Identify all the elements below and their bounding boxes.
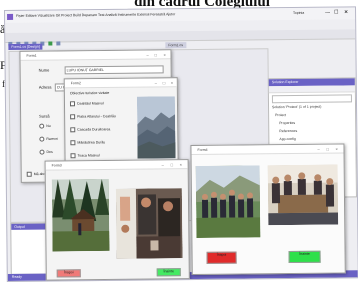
build-icon[interactable] bbox=[56, 41, 61, 46]
form2-title: Form2 bbox=[64, 78, 177, 89]
form4-title: Form4 bbox=[191, 144, 344, 156]
attraction-checkbox-1[interactable]: Ceahlăul Masivul bbox=[69, 101, 104, 107]
start-debug-icon[interactable] bbox=[48, 41, 53, 46]
solution-tree-item[interactable]: Solution 'Proiect' (1 of 1 project) bbox=[272, 105, 321, 110]
radio-option-2[interactable]: Rareori bbox=[39, 136, 58, 142]
minimize-icon[interactable]: — bbox=[325, 10, 330, 16]
solution-explorer-search-input[interactable] bbox=[271, 94, 352, 104]
next-button-right[interactable]: Înainte bbox=[288, 250, 321, 264]
radio-option-3[interactable]: Des bbox=[39, 149, 53, 155]
group-table-photo bbox=[267, 164, 339, 226]
form3-minimize-icon[interactable]: – bbox=[162, 162, 164, 167]
form1-minimize-icon[interactable]: – bbox=[146, 52, 148, 57]
attraction-checkbox-4[interactable]: Mănăstirea Durău bbox=[70, 140, 105, 146]
name-input[interactable]: LUPU IONUȚ GABRIEL bbox=[64, 65, 164, 75]
form2-window: Form2 – □ × Obiective turistice vizitate… bbox=[63, 77, 179, 166]
radio-option-1[interactable]: Nu bbox=[39, 123, 51, 129]
form1-maximize-icon[interactable]: □ bbox=[154, 52, 156, 57]
back-button-left[interactable]: Înapoi bbox=[56, 269, 81, 278]
solution-explorer-toolbar bbox=[268, 85, 355, 94]
solution-tree-item[interactable]: Proiect bbox=[275, 113, 286, 117]
form1-close-icon[interactable]: × bbox=[163, 52, 165, 57]
solution-tree-item[interactable]: References bbox=[279, 129, 297, 133]
close-icon[interactable]: ✕ bbox=[344, 9, 348, 15]
form3-window: Form3 – □ × Înapoi Înainte bbox=[44, 159, 190, 281]
attraction-checkbox-3[interactable]: Cascada Duruitoarea bbox=[70, 127, 110, 133]
vs-logo-icon bbox=[7, 13, 14, 20]
tab-form-designer[interactable]: Form1.cs [Design] bbox=[8, 43, 43, 50]
visual-studio-window: Fișier Editare Vizualizare Git Proiect B… bbox=[4, 6, 358, 282]
back-button-right[interactable]: Înapoi bbox=[206, 251, 237, 264]
form2-close-icon[interactable]: × bbox=[171, 80, 173, 85]
maximize-icon[interactable]: ☐ bbox=[334, 9, 339, 15]
ide-menu-strip[interactable]: Fișier Editare Vizualizare Git Proiect B… bbox=[16, 12, 175, 18]
group-indoor-photo bbox=[115, 188, 183, 259]
next-button-left[interactable]: Înainte bbox=[156, 268, 181, 277]
form4-minimize-icon[interactable]: – bbox=[317, 147, 319, 152]
form4-window: Form4 – □ × Înapoi Înainte bbox=[190, 143, 346, 276]
frequency-label: Sursă bbox=[39, 113, 50, 119]
form3-title: Form3 bbox=[45, 160, 188, 171]
form3-maximize-icon[interactable]: □ bbox=[171, 162, 173, 167]
forest-cabin-photo bbox=[51, 178, 110, 252]
status-text: Ready bbox=[11, 274, 22, 279]
form3-close-icon[interactable]: × bbox=[180, 162, 182, 167]
tab-form-code[interactable]: Form1.cs bbox=[165, 42, 187, 49]
form2-minimize-icon[interactable]: – bbox=[155, 80, 157, 85]
group-mountain-photo bbox=[195, 165, 261, 238]
form2-maximize-icon[interactable]: □ bbox=[163, 80, 165, 85]
form4-maximize-icon[interactable]: □ bbox=[326, 147, 328, 152]
solution-tree-item[interactable]: Properties bbox=[279, 121, 295, 125]
address-label: Adresa bbox=[38, 84, 52, 90]
attraction-checkbox-5[interactable]: Toaca Masivul bbox=[70, 153, 100, 159]
ide-project-name: Topinia bbox=[293, 10, 305, 15]
solution-tree-item[interactable]: App.config bbox=[279, 137, 296, 141]
attraction-checkbox-2[interactable]: Piatra Altarului - Ceahlău bbox=[70, 114, 116, 120]
attractions-question: Obiective turistice vizitate bbox=[69, 90, 110, 96]
name-label: Nume bbox=[38, 67, 50, 73]
form4-close-icon[interactable]: × bbox=[335, 147, 337, 152]
mountain-photo bbox=[136, 96, 176, 159]
